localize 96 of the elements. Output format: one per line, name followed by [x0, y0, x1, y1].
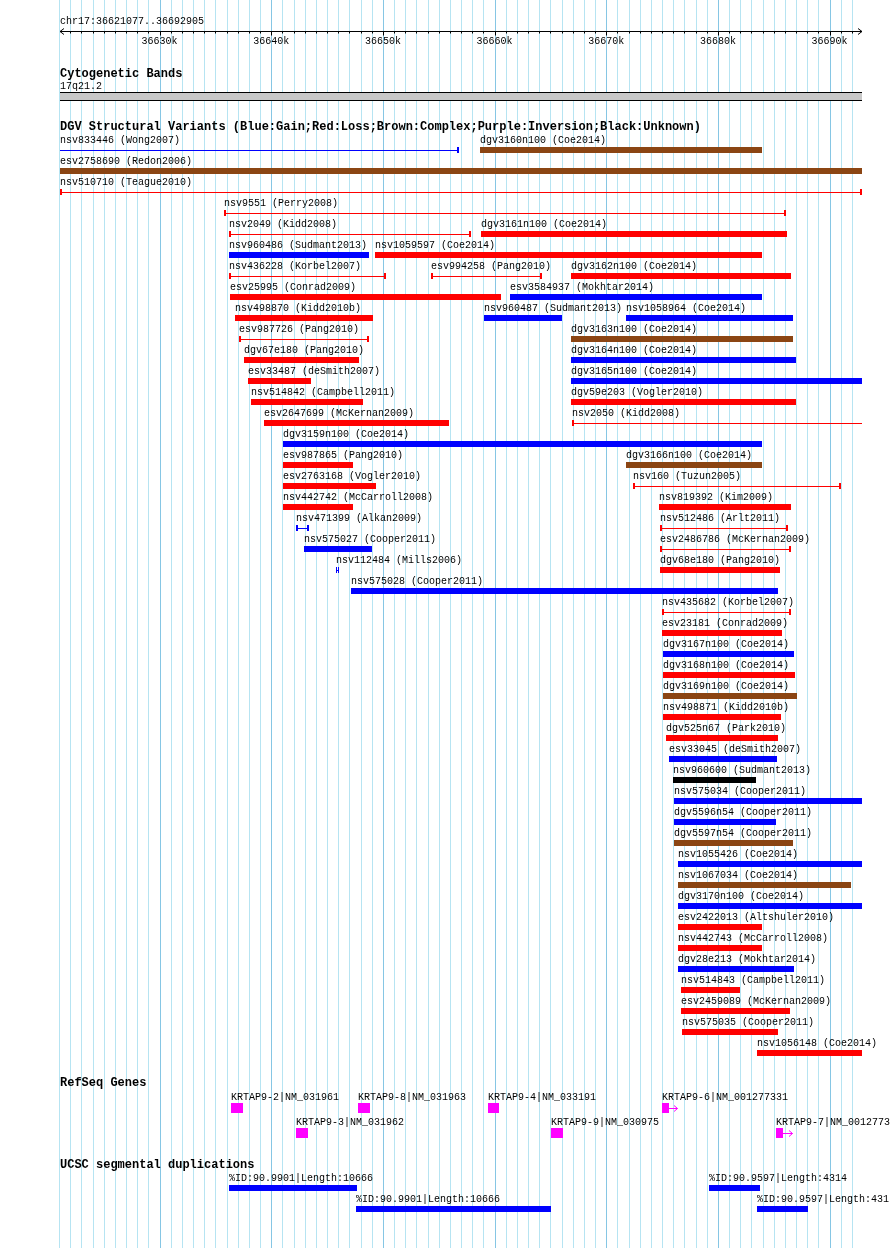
- variant-label: esv25995 (Conrad2009): [230, 282, 357, 293]
- variant-label: nsv471399 (Alkan2009): [296, 513, 423, 524]
- variant-label: nsv833446 (Wong2007): [60, 135, 181, 146]
- band-label: 17q21.2: [60, 81, 102, 92]
- variant-label: nsv160 (Tuzun2005): [633, 471, 742, 482]
- range-label: chr17:36621077..36692905: [60, 16, 205, 27]
- variant-label: dgv59e203 (Vogler2010): [571, 387, 704, 398]
- gene-label: KRTAP9-3|NM_031962: [296, 1117, 405, 1128]
- gene-label: KRTAP9-6|NM_001277331: [662, 1092, 789, 1103]
- variant-label: nsv1058964 (Coe2014): [626, 303, 747, 314]
- gene-label: KRTAP9-2|NM_031961: [231, 1092, 340, 1103]
- variant-label: nsv575035 (Cooper2011): [682, 1017, 815, 1028]
- variant-label: nsv498870 (Kidd2010b): [235, 303, 362, 314]
- segdup-label: %ID:90.9901|Length:10666: [356, 1194, 501, 1205]
- variant-label: nsv435682 (Korbel2007): [662, 597, 795, 608]
- variant-label: dgv3164n100 (Coe2014): [571, 345, 698, 356]
- tick-label: 36650k: [364, 36, 401, 47]
- variant-label: nsv512486 (Arlt2011): [660, 513, 781, 524]
- gene-block-with-arrow: [662, 1103, 678, 1113]
- variant-label: nsv2049 (Kidd2008): [229, 219, 338, 230]
- tick-label: 36640k: [253, 36, 290, 47]
- tick-label: 36690k: [811, 36, 848, 47]
- tick-label: 36660k: [476, 36, 513, 47]
- variant-label: dgv3169n100 (Coe2014): [663, 681, 790, 692]
- gene-label: KRTAP9-8|NM_031963: [358, 1092, 467, 1103]
- variant-label: nsv575034 (Cooper2011): [674, 786, 807, 797]
- variant-label: nsv1067034 (Coe2014): [678, 870, 799, 881]
- segdup-label: %ID:90.9597|Length:431: [757, 1194, 890, 1205]
- variant-label: dgv5597n54 (Cooper2011): [674, 828, 813, 839]
- variant-label: esv994258 (Pang2010): [431, 261, 552, 272]
- variant-label: esv23181 (Conrad2009): [662, 618, 789, 629]
- variant-label: dgv3159n100 (Coe2014): [283, 429, 410, 440]
- variant-label: nsv112484 (Mills2006): [336, 555, 463, 566]
- variant-label: nsv819392 (Kim2009): [659, 492, 774, 503]
- variant-label: esv2758690 (Redon2006): [60, 156, 193, 167]
- variant-label: nsv575027 (Cooper2011): [304, 534, 437, 545]
- track-title: RefSeq Genes: [60, 1077, 147, 1090]
- variant-label: nsv2050 (Kidd2008): [572, 408, 681, 419]
- variant-label: nsv436228 (Korbel2007): [229, 261, 362, 272]
- variant-label: nsv960487 (Sudmant2013): [484, 303, 623, 314]
- tick-label: 36630k: [141, 36, 178, 47]
- gene-block: [551, 1128, 563, 1138]
- variant-label: dgv3167n100 (Coe2014): [663, 639, 790, 650]
- gene-label: KRTAP9-4|NM_033191: [488, 1092, 597, 1103]
- variant-label: dgv5596n54 (Cooper2011): [674, 807, 813, 818]
- variant-label: esv987726 (Pang2010): [239, 324, 360, 335]
- variant-label: esv33487 (deSmith2007): [248, 366, 381, 377]
- variant-label: nsv1059597 (Coe2014): [375, 240, 496, 251]
- variant-label: esv2647699 (McKernan2009): [264, 408, 415, 419]
- variant-label: esv987865 (Pang2010): [283, 450, 404, 461]
- gene-block-with-arrow: [776, 1128, 793, 1138]
- tick-label: 36680k: [699, 36, 736, 47]
- variant-label: nsv514843 (Campbell2011): [681, 975, 826, 986]
- variant-label: nsv9551 (Perry2008): [224, 198, 339, 209]
- variant-label: esv2459089 (McKernan2009): [681, 996, 832, 1007]
- gene-block: [358, 1103, 370, 1113]
- variant-label: dgv3161n100 (Coe2014): [481, 219, 608, 230]
- variant-label: nsv1055426 (Coe2014): [678, 849, 799, 860]
- variant-label: nsv442742 (McCarroll2008): [283, 492, 434, 503]
- variant-label: nsv514842 (Campbell2011): [251, 387, 396, 398]
- segdup-label: %ID:90.9597|Length:4314: [709, 1173, 848, 1184]
- variant-label: nsv575028 (Cooper2011): [351, 576, 484, 587]
- segdup-bar: [757, 1206, 808, 1212]
- variant-label: esv2422013 (Altshuler2010): [678, 912, 835, 923]
- gene-label: KRTAP9-7|NM_0012773: [776, 1117, 890, 1128]
- variant-label: esv3584937 (Mokhtar2014): [510, 282, 655, 293]
- variant-label: dgv3168n100 (Coe2014): [663, 660, 790, 671]
- variant-label: nsv960600 (Sudmant2013): [673, 765, 812, 776]
- track-title: UCSC segmental duplications: [60, 1159, 255, 1172]
- variant-label: dgv525n67 (Park2010): [666, 723, 787, 734]
- variant-label: esv2486786 (McKernan2009): [660, 534, 811, 545]
- variant-label: nsv1056148 (Coe2014): [757, 1038, 878, 1049]
- variant-label: dgv3160n100 (Coe2014): [480, 135, 607, 146]
- variant-label: nsv498871 (Kidd2010b): [663, 702, 790, 713]
- gene-block: [488, 1103, 499, 1113]
- variant-label: nsv960486 (Sudmant2013): [229, 240, 368, 251]
- variant-label: nsv442743 (McCarroll2008): [678, 933, 829, 944]
- variant-label: dgv3162n100 (Coe2014): [571, 261, 698, 272]
- track-title: DGV Structural Variants (Blue:Gain;Red:Loss;Brown:Complex;Purple:Inversion;Black:Unknown): [60, 121, 701, 134]
- gene-block: [296, 1128, 308, 1138]
- track-title: Cytogenetic Bands: [60, 68, 183, 81]
- variant-label: dgv3163n100 (Coe2014): [571, 324, 698, 335]
- variant-label: dgv3166n100 (Coe2014): [626, 450, 753, 461]
- variant-label: dgv28e213 (Mokhtar2014): [678, 954, 817, 965]
- variant-label: esv33045 (deSmith2007): [669, 744, 802, 755]
- segdup-bar: [709, 1185, 760, 1191]
- variant-label: dgv3165n100 (Coe2014): [571, 366, 698, 377]
- variant-label: dgv3170n100 (Coe2014): [678, 891, 805, 902]
- variant-label: nsv510710 (Teague2010): [60, 177, 193, 188]
- tick-label: 36670k: [588, 36, 625, 47]
- segdup-label: %ID:90.9901|Length:10666: [229, 1173, 374, 1184]
- variant-label: esv2763168 (Vogler2010): [283, 471, 422, 482]
- variant-label: dgv68e180 (Pang2010): [660, 555, 781, 566]
- gene-block: [231, 1103, 243, 1113]
- gene-label: KRTAP9-9|NM_030975: [551, 1117, 660, 1128]
- variant-label: dgv67e180 (Pang2010): [244, 345, 365, 356]
